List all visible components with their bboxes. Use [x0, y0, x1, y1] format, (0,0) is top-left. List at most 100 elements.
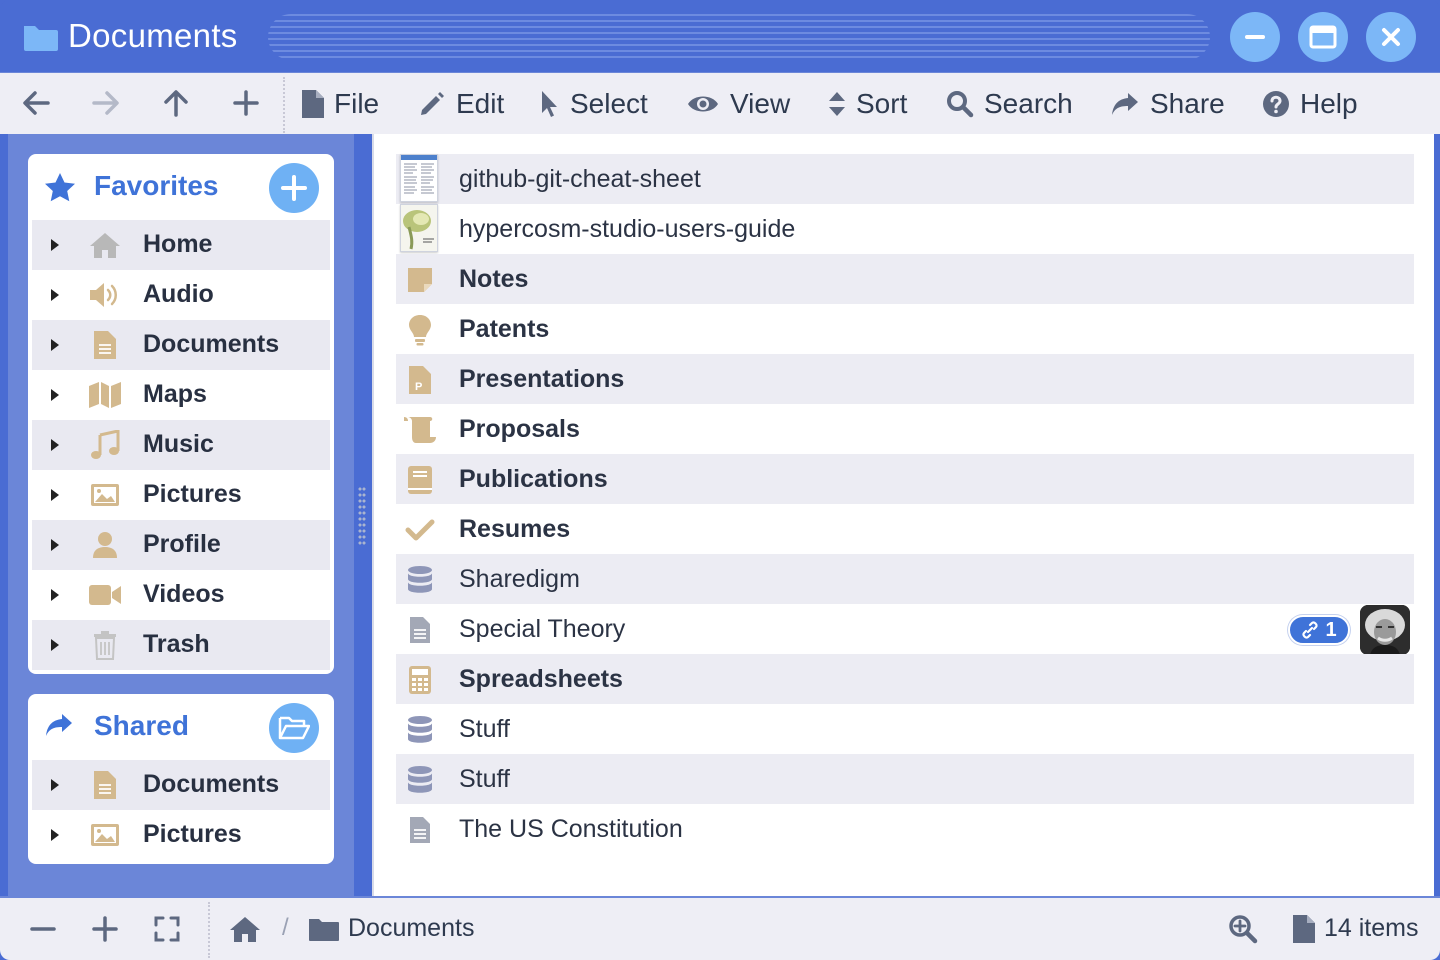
file-row[interactable]: The US Constitution: [396, 804, 1414, 854]
home-icon: [230, 917, 260, 942]
file-icon: [1292, 914, 1316, 944]
book-icon: [402, 462, 438, 498]
file-row[interactable]: Resumes: [396, 504, 1414, 554]
menu-help[interactable]: Help: [1262, 85, 1358, 123]
text-file-icon: [402, 612, 438, 648]
zoom-button[interactable]: [1228, 914, 1258, 944]
minimize-icon: [1245, 35, 1265, 39]
caret-right-icon[interactable]: [50, 638, 60, 652]
shared-item-documents[interactable]: Documents: [32, 760, 330, 810]
caret-right-icon[interactable]: [50, 828, 60, 842]
shared-header: Shared: [28, 694, 334, 758]
file-row[interactable]: github-git-cheat-sheet: [396, 154, 1414, 204]
file-row[interactable]: Spreadsheets: [396, 654, 1414, 704]
file-row[interactable]: hypercosm-studio-users-guide: [396, 204, 1414, 254]
back-button[interactable]: [20, 87, 52, 119]
sidebar-item-audio[interactable]: Audio: [32, 270, 330, 320]
sidebar-item-label: Documents: [143, 330, 280, 358]
breadcrumb-home[interactable]: [228, 914, 262, 944]
lightbulb-icon: [402, 312, 438, 348]
share-icon: [46, 714, 72, 736]
sidebar-item-maps[interactable]: Maps: [32, 370, 330, 420]
database-icon: [402, 562, 438, 598]
folder-name: Spreadsheets: [459, 665, 623, 693]
file-row[interactable]: Notes: [396, 254, 1414, 304]
menu-file[interactable]: File: [302, 85, 379, 123]
caret-right-icon[interactable]: [50, 538, 60, 552]
open-shared-button[interactable]: [269, 703, 319, 753]
caret-right-icon[interactable]: [50, 338, 60, 352]
file-row[interactable]: Stuff: [396, 704, 1414, 754]
fullscreen-button[interactable]: [152, 914, 182, 944]
zoom-in-button[interactable]: [90, 914, 120, 944]
file-name: hypercosm-studio-users-guide: [459, 215, 796, 243]
window-title: Documents: [68, 17, 238, 54]
file-name: Stuff: [459, 765, 510, 793]
favorites-header: Favorites: [28, 154, 334, 218]
sidebar-item-profile[interactable]: Profile: [32, 520, 330, 570]
forward-button[interactable]: [90, 87, 122, 119]
sidebar-item-label: Audio: [143, 280, 214, 308]
file-name: github-git-cheat-sheet: [459, 165, 701, 193]
file-row[interactable]: Patents: [396, 304, 1414, 354]
avatar[interactable]: [1360, 605, 1410, 655]
eye-icon: [688, 96, 718, 112]
sidebar-item-videos[interactable]: Videos: [32, 570, 330, 620]
sidebar-item-home[interactable]: Home: [32, 220, 330, 270]
menu-search-label: Search: [984, 88, 1073, 119]
cursor-icon: [542, 91, 557, 117]
shared-item-pictures[interactable]: Pictures: [32, 810, 330, 860]
caret-right-icon[interactable]: [50, 388, 60, 402]
caret-right-icon[interactable]: [50, 438, 60, 452]
file-name: Stuff: [459, 715, 510, 743]
file-row[interactable]: Proposals: [396, 404, 1414, 454]
add-favorite-button[interactable]: [269, 163, 319, 213]
up-button[interactable]: [160, 87, 192, 119]
file-row[interactable]: Special Theory 1: [396, 604, 1414, 655]
menu-select[interactable]: Select: [540, 85, 648, 123]
sidebar-resize-handle[interactable]: [358, 486, 366, 546]
menu-view-label: View: [730, 88, 791, 119]
file-row[interactable]: Publications: [396, 454, 1414, 504]
user-icon: [88, 530, 122, 560]
close-button[interactable]: [1366, 12, 1416, 62]
file-icon: [302, 90, 324, 118]
sidebar-item-pictures[interactable]: Pictures: [32, 470, 330, 520]
sidebar-item-label: Profile: [143, 530, 221, 558]
sidebar-item-music[interactable]: Music: [32, 420, 330, 470]
menu-edit[interactable]: Edit: [418, 85, 504, 123]
calculator-icon: [402, 662, 438, 698]
menu-search[interactable]: Search: [946, 85, 1073, 123]
file-row[interactable]: P Presentations: [396, 354, 1414, 404]
document-thumbnail: [400, 154, 438, 202]
caret-right-icon[interactable]: [50, 238, 60, 252]
sidebar-item-label: Trash: [143, 630, 210, 658]
file-name: The US Constitution: [459, 815, 683, 843]
sidebar-item-trash[interactable]: Trash: [32, 620, 330, 670]
caret-right-icon[interactable]: [50, 288, 60, 302]
title-bar[interactable]: Documents: [0, 0, 1440, 72]
breadcrumb-current[interactable]: Documents: [348, 914, 474, 943]
menu-sort[interactable]: Sort: [828, 85, 907, 123]
title-drag-handle[interactable]: [268, 14, 1210, 60]
file-row[interactable]: Sharedigm: [396, 554, 1414, 604]
minimize-button[interactable]: [1230, 12, 1280, 62]
caret-right-icon[interactable]: [50, 778, 60, 792]
zoom-out-button[interactable]: [28, 914, 58, 944]
maximize-button[interactable]: [1298, 12, 1348, 62]
plus-icon: [92, 916, 118, 942]
menu-share[interactable]: Share: [1110, 85, 1225, 123]
maximize-icon: [1309, 25, 1337, 49]
menu-select-label: Select: [570, 88, 648, 119]
toolbar: File Edit Select View Sort Search Share: [0, 72, 1440, 134]
shared-panel: Shared Documents Pictures: [28, 694, 334, 864]
add-button[interactable]: [230, 87, 262, 119]
file-row[interactable]: Stuff: [396, 754, 1414, 804]
share-link-badge[interactable]: 1: [1288, 615, 1350, 645]
sidebar-item-documents[interactable]: Documents: [32, 320, 330, 370]
menu-view[interactable]: View: [686, 85, 790, 123]
folder-name: Proposals: [459, 415, 580, 443]
caret-right-icon[interactable]: [50, 488, 60, 502]
caret-right-icon[interactable]: [50, 588, 60, 602]
status-bar: / Documents 14 items: [0, 896, 1440, 960]
